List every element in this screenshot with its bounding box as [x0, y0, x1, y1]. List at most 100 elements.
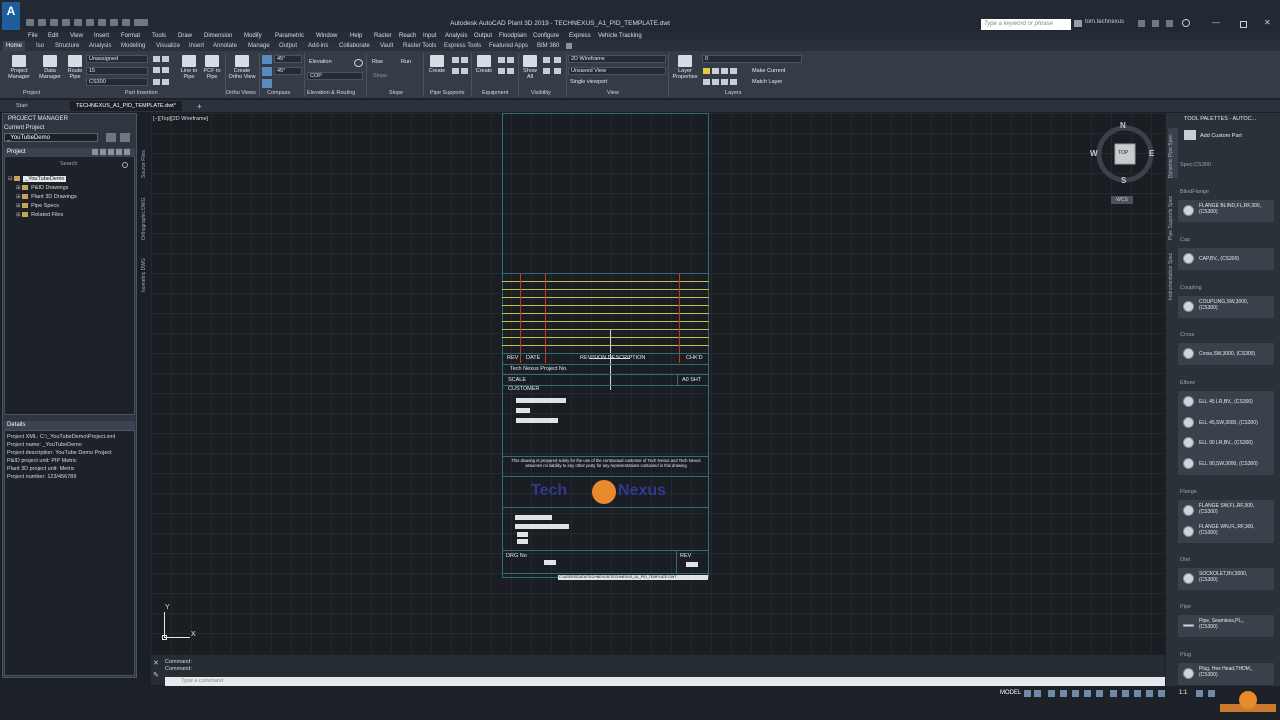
model-space-button[interactable]: MODEL — [1000, 690, 1021, 696]
object-snap-icon[interactable] — [1096, 690, 1103, 697]
annotation-visibility-icon[interactable] — [1146, 690, 1153, 697]
ribbon-options-icon[interactable] — [566, 43, 572, 49]
compass-south[interactable]: S — [1121, 176, 1126, 185]
cop-dropdown[interactable]: COP — [307, 72, 363, 80]
tree-item-root[interactable]: ⊟ _YouTubeDemo — [8, 175, 67, 183]
tool-elbow[interactable]: ELL 45 LR,BV,, (CS300) — [1178, 391, 1274, 413]
isodraft-icon[interactable] — [1072, 690, 1079, 697]
project-search-input[interactable]: Search — [60, 161, 77, 167]
menu-tools[interactable]: Tools — [152, 32, 166, 41]
customize-icon[interactable]: ✎ — [153, 671, 159, 679]
spec-sheet-dropdown[interactable]: CS300 — [86, 78, 148, 86]
menu-analysis[interactable]: Analysis — [445, 32, 467, 41]
compass-east[interactable]: E — [1149, 149, 1154, 158]
close-button[interactable]: ✕ — [1264, 18, 1271, 27]
data-manager-button[interactable]: Data Manager — [36, 55, 64, 80]
tool-coupling[interactable]: COUPLING,SW,3000, (CS300) — [1178, 296, 1274, 318]
match-layer-button[interactable]: Match Layer — [752, 79, 782, 85]
tab-featured-apps[interactable]: Featured Apps — [489, 41, 528, 51]
equipment-icon[interactable] — [507, 57, 514, 63]
menu-raster[interactable]: Raster — [374, 32, 392, 41]
refresh-icon[interactable] — [354, 59, 363, 67]
save-as-icon[interactable] — [62, 19, 70, 26]
user-account[interactable]: tom.technexus — [1085, 19, 1124, 25]
compass-west[interactable]: W — [1090, 149, 1098, 158]
toolbar-icon[interactable] — [116, 149, 122, 155]
object-snap-tracking-icon[interactable] — [1084, 690, 1091, 697]
size-dropdown[interactable]: 15 — [86, 67, 148, 75]
project-refresh-icon[interactable] — [120, 133, 130, 142]
tab-visualize[interactable]: Visualize — [156, 41, 180, 51]
new-tab-plus-icon[interactable]: + — [197, 102, 202, 111]
menu-dimension[interactable]: Dimension — [204, 32, 232, 41]
title-field[interactable] — [517, 539, 528, 544]
tab-iso[interactable]: Iso — [36, 41, 44, 51]
layer-icon[interactable] — [730, 79, 737, 85]
project-settings-icon[interactable] — [106, 133, 116, 142]
panel-label-elevation-routing[interactable]: Elevation & Routing — [307, 90, 355, 96]
toolbar-icon[interactable] — [108, 149, 114, 155]
tab-analysis[interactable]: Analysis — [89, 41, 111, 51]
expand-icon[interactable]: ⊞ — [16, 194, 21, 200]
autodesk-a360-icon[interactable] — [1152, 20, 1159, 27]
visibility-icon[interactable] — [554, 68, 561, 74]
compass-icon[interactable] — [262, 55, 272, 64]
search-icon[interactable] — [122, 162, 128, 168]
tab-insert[interactable]: Insert — [189, 41, 204, 51]
visibility-icon[interactable] — [543, 68, 550, 74]
auto-scale-icon[interactable] — [1158, 690, 1165, 697]
tab-drawing[interactable]: TECHNEXUS_A1_PID_TEMPLATE.dwt* — [70, 101, 182, 111]
tab-bim360[interactable]: BIM 360 — [537, 41, 559, 51]
layer-icon[interactable] — [721, 68, 728, 74]
panel-label-view[interactable]: View — [607, 90, 619, 96]
open-icon[interactable] — [38, 19, 46, 26]
layer-icon[interactable] — [712, 68, 719, 74]
support-icon[interactable] — [461, 57, 468, 63]
customer-field[interactable] — [516, 418, 558, 423]
menu-input[interactable]: Input — [423, 32, 436, 41]
equipment-icon[interactable] — [498, 68, 505, 74]
equipment-icon[interactable] — [498, 57, 505, 63]
panel-label-compass[interactable]: Compass — [267, 90, 290, 96]
expand-icon[interactable]: ⊞ — [16, 212, 21, 218]
tool-elbow[interactable]: ELL 45,SW,3000, (CS300) — [1178, 412, 1274, 434]
save-icon[interactable] — [50, 19, 58, 26]
wcs-menu[interactable]: WCS — [1111, 196, 1133, 204]
title-field[interactable] — [517, 532, 528, 537]
panel-label-visibility[interactable]: Visibility — [531, 90, 551, 96]
toolbar-icon[interactable] — [92, 149, 98, 155]
snap-icon[interactable] — [1034, 690, 1041, 697]
create-support-button[interactable]: Create — [426, 55, 448, 74]
maximize-button[interactable] — [1240, 21, 1247, 28]
tab-modeling[interactable]: Modeling — [121, 41, 145, 51]
tool-olet[interactable]: SOCKOLET,BV,3000, (CS300) — [1178, 568, 1274, 590]
customer-field[interactable] — [516, 408, 530, 413]
tab-add-ins[interactable]: Add-ins — [308, 41, 328, 51]
title-field[interactable] — [515, 515, 552, 520]
workspace-gear-icon[interactable] — [1196, 690, 1203, 697]
search-input[interactable]: Type a keyword or phrase — [981, 19, 1071, 30]
expand-icon[interactable]: ⊞ — [16, 185, 21, 191]
compass-icon[interactable] — [262, 79, 272, 88]
toolbar-icon[interactable] — [100, 149, 106, 155]
saved-view-dropdown[interactable]: Unsaved View — [568, 67, 666, 75]
visual-style-dropdown[interactable]: 2D Wireframe — [568, 55, 666, 63]
lineweight-icon[interactable] — [1110, 690, 1117, 697]
viewcube-top[interactable]: TOP — [1118, 150, 1128, 156]
panel-label-project[interactable]: Project — [23, 90, 40, 96]
menu-window[interactable]: Window — [316, 32, 337, 41]
pcf-to-pipe-button[interactable]: PCF to Pipe — [200, 55, 224, 80]
menu-floodplain[interactable]: Floodplain — [499, 32, 527, 41]
binoculars-icon[interactable] — [1074, 20, 1082, 27]
layer-icon[interactable] — [730, 68, 737, 74]
tab-home[interactable]: Home — [3, 41, 26, 51]
create-equipment-button[interactable]: Create — [474, 55, 494, 74]
tool-elbow[interactable]: ELL 90 LR,BV,, (CS300) — [1178, 432, 1274, 454]
customer-field[interactable] — [516, 398, 566, 403]
compass-north[interactable]: N — [1120, 121, 1126, 130]
tool-icon[interactable] — [153, 56, 160, 62]
tab-dynamic-pipe-spec[interactable]: Dynamic Pipe Spec — [1168, 128, 1178, 178]
visibility-icon[interactable] — [554, 57, 561, 63]
transparency-icon[interactable] — [1122, 690, 1129, 697]
tool-icon[interactable] — [162, 56, 169, 62]
